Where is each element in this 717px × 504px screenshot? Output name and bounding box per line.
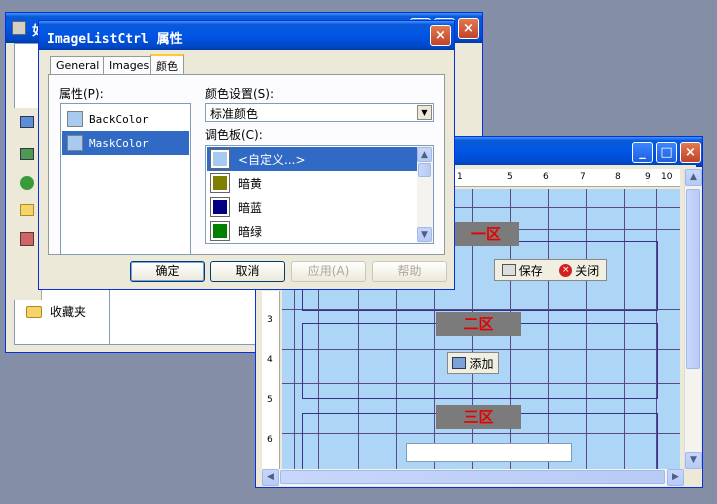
ruler-mark: 1 (457, 172, 463, 182)
close-circle-icon: × (559, 263, 573, 277)
save-control[interactable]: 保存 (501, 262, 543, 279)
tab-colors[interactable]: 颜色 (150, 54, 184, 75)
color-swatch (210, 221, 230, 241)
favorites-item[interactable]: 收藏夹 (26, 303, 86, 320)
side-panel (109, 287, 257, 345)
vertical-scrollbar[interactable]: ▲ ▼ (684, 169, 702, 469)
add-button-label: 添加 (469, 356, 494, 371)
tab-images[interactable]: Images (103, 56, 156, 74)
favorites-label: 收藏夹 (50, 305, 87, 319)
window-icon (12, 21, 26, 35)
save-icon (501, 264, 516, 276)
toolbox-item-icon[interactable] (20, 148, 34, 160)
maximize-icon[interactable]: □ (656, 142, 677, 163)
tab-general[interactable]: General (50, 56, 106, 74)
toolbox-item-icon[interactable] (20, 232, 34, 246)
palette-item-label: <自定义...> (238, 152, 306, 167)
scroll-thumb[interactable] (686, 189, 700, 369)
ruler-mark: 3 (267, 315, 273, 325)
close-icon[interactable]: × (430, 25, 451, 46)
color-swatch (67, 111, 83, 127)
save-button[interactable]: 保存 × 关闭 (494, 259, 607, 281)
color-swatch (210, 173, 230, 193)
vertical-ruler: 3 4 5 6 (262, 291, 280, 469)
color-swatch (210, 149, 230, 169)
close-button[interactable]: × 关闭 (559, 262, 599, 279)
zone-label-1[interactable]: 一区 (453, 222, 519, 246)
scroll-right-icon[interactable]: ▶ (667, 469, 684, 486)
close-button-label: 关闭 (575, 263, 600, 278)
book-icon (452, 357, 467, 369)
properties-dialog: ImageListCtrl 属性 × General Images 颜色 属性(… (38, 20, 455, 290)
dialog-titlebar[interactable]: ImageListCtrl 属性 × (39, 21, 454, 50)
toolbox-item-icon[interactable] (20, 116, 34, 128)
property-item-backcolor[interactable]: BackColor (62, 107, 189, 131)
property-label: 属性(P): (59, 87, 104, 101)
zone-label-3[interactable]: 三区 (436, 405, 521, 429)
minimize-icon[interactable]: _ (632, 142, 653, 163)
save-button-label: 保存 (518, 263, 543, 278)
zone-label-2[interactable]: 二区 (436, 312, 521, 336)
close-icon[interactable]: × (680, 142, 701, 163)
palette-item-label: 暗绿 (238, 224, 263, 239)
ruler-mark: 6 (543, 172, 549, 182)
property-item-maskcolor[interactable]: MaskColor (62, 131, 189, 155)
scroll-down-icon[interactable]: ▼ (685, 452, 702, 469)
ruler-mark: 5 (267, 395, 273, 405)
palette-item-custom[interactable]: <自定义...> (207, 147, 417, 171)
horizontal-scrollbar[interactable]: ◀ ▶ (262, 469, 684, 486)
toolbox-item-icon[interactable] (20, 176, 34, 190)
tab-panel: 属性(P): BackColor MaskColor 颜色设置(S): 标准颜色… (48, 74, 445, 255)
folder-icon (26, 305, 42, 318)
palette-list[interactable]: <自定义...> 暗黄 暗蓝 暗绿 ▲ ▼ (205, 145, 434, 244)
scroll-up-icon[interactable]: ▲ (685, 169, 702, 186)
palette-label: 调色板(C): (205, 128, 263, 142)
apply-button[interactable]: 应用(A) (291, 261, 366, 282)
property-name: BackColor (89, 112, 149, 126)
palette-item-dark-blue[interactable]: 暗蓝 (207, 195, 417, 219)
ruler-mark: 4 (267, 355, 273, 365)
color-set-value: 标准颜色 (210, 107, 259, 121)
toolbox-item-icon[interactable] (20, 204, 34, 216)
help-button[interactable]: 帮助 (372, 261, 447, 282)
color-set-label: 颜色设置(S): (205, 87, 275, 101)
ruler-mark: 7 (580, 172, 586, 182)
ruler-mark: 10 (661, 172, 673, 182)
ruler-mark: 6 (267, 435, 273, 445)
scroll-up-icon[interactable]: ▲ (417, 147, 432, 162)
close-icon[interactable]: × (458, 18, 479, 39)
ruler-mark: 8 (615, 172, 621, 182)
palette-item-label: 暗黄 (238, 176, 263, 191)
property-name: MaskColor (89, 136, 149, 150)
scroll-down-icon[interactable]: ▼ (417, 227, 432, 242)
palette-item-dark-green[interactable]: 暗绿 (207, 219, 417, 243)
color-swatch (67, 135, 83, 151)
property-list[interactable]: BackColor MaskColor (60, 103, 191, 255)
palette-item-dark-yellow[interactable]: 暗黄 (207, 171, 417, 195)
horizontal-ruler: 1 5 6 7 8 9 10 (445, 169, 680, 187)
scroll-thumb[interactable] (418, 163, 431, 177)
palette-scrollbar[interactable]: ▲ ▼ (417, 146, 433, 243)
color-set-select[interactable]: 标准颜色 ▼ (205, 103, 434, 122)
scroll-thumb[interactable] (280, 470, 665, 484)
chevron-down-icon[interactable]: ▼ (417, 105, 432, 120)
color-swatch (210, 197, 230, 217)
cancel-button[interactable]: 取消 (210, 261, 285, 282)
palette-item-label: 暗蓝 (238, 200, 263, 215)
dialog-title: ImageListCtrl 属性 (47, 32, 183, 47)
ruler-mark: 9 (645, 172, 651, 182)
add-button[interactable]: 添加 (447, 352, 499, 374)
scroll-left-icon[interactable]: ◀ (262, 469, 279, 486)
ok-button[interactable]: 确定 (130, 261, 205, 282)
ruler-mark: 5 (507, 172, 513, 182)
text-input[interactable] (406, 443, 572, 462)
